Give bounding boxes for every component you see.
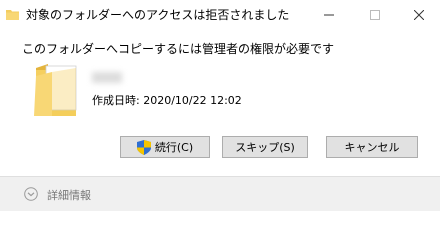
file-name-redacted bbox=[92, 72, 122, 83]
skip-button[interactable]: スキップ(S) bbox=[222, 136, 308, 158]
folder-icon bbox=[6, 10, 19, 20]
close-icon bbox=[413, 9, 425, 21]
maximize-button[interactable] bbox=[352, 0, 398, 30]
minimize-icon bbox=[324, 14, 334, 16]
folder-icon bbox=[34, 64, 77, 116]
close-button[interactable] bbox=[396, 0, 440, 30]
skip-label: スキップ(S) bbox=[235, 141, 295, 154]
window-title: 対象のフォルダーへのアクセスは拒否されました bbox=[26, 8, 290, 22]
maximize-icon bbox=[370, 10, 380, 20]
continue-label: 続行(C) bbox=[154, 141, 194, 154]
continue-button[interactable]: 続行(C) bbox=[120, 136, 210, 158]
chevron-down-circle-icon[interactable] bbox=[24, 187, 38, 201]
uac-shield-icon bbox=[136, 139, 151, 155]
dialog-footer: 詳細情報 bbox=[0, 176, 440, 211]
cancel-label: キャンセル bbox=[344, 141, 400, 154]
minimize-button[interactable] bbox=[306, 0, 352, 30]
details-toggle[interactable]: 詳細情報 bbox=[47, 187, 91, 203]
dialog-message: このフォルダーへコピーするには管理者の権限が必要です bbox=[22, 42, 335, 56]
cancel-button[interactable]: キャンセル bbox=[326, 136, 418, 158]
created-date: 作成日時: 2020/10/22 12:02 bbox=[92, 94, 242, 107]
title-bar: 対象のフォルダーへのアクセスは拒否されました bbox=[0, 0, 440, 30]
